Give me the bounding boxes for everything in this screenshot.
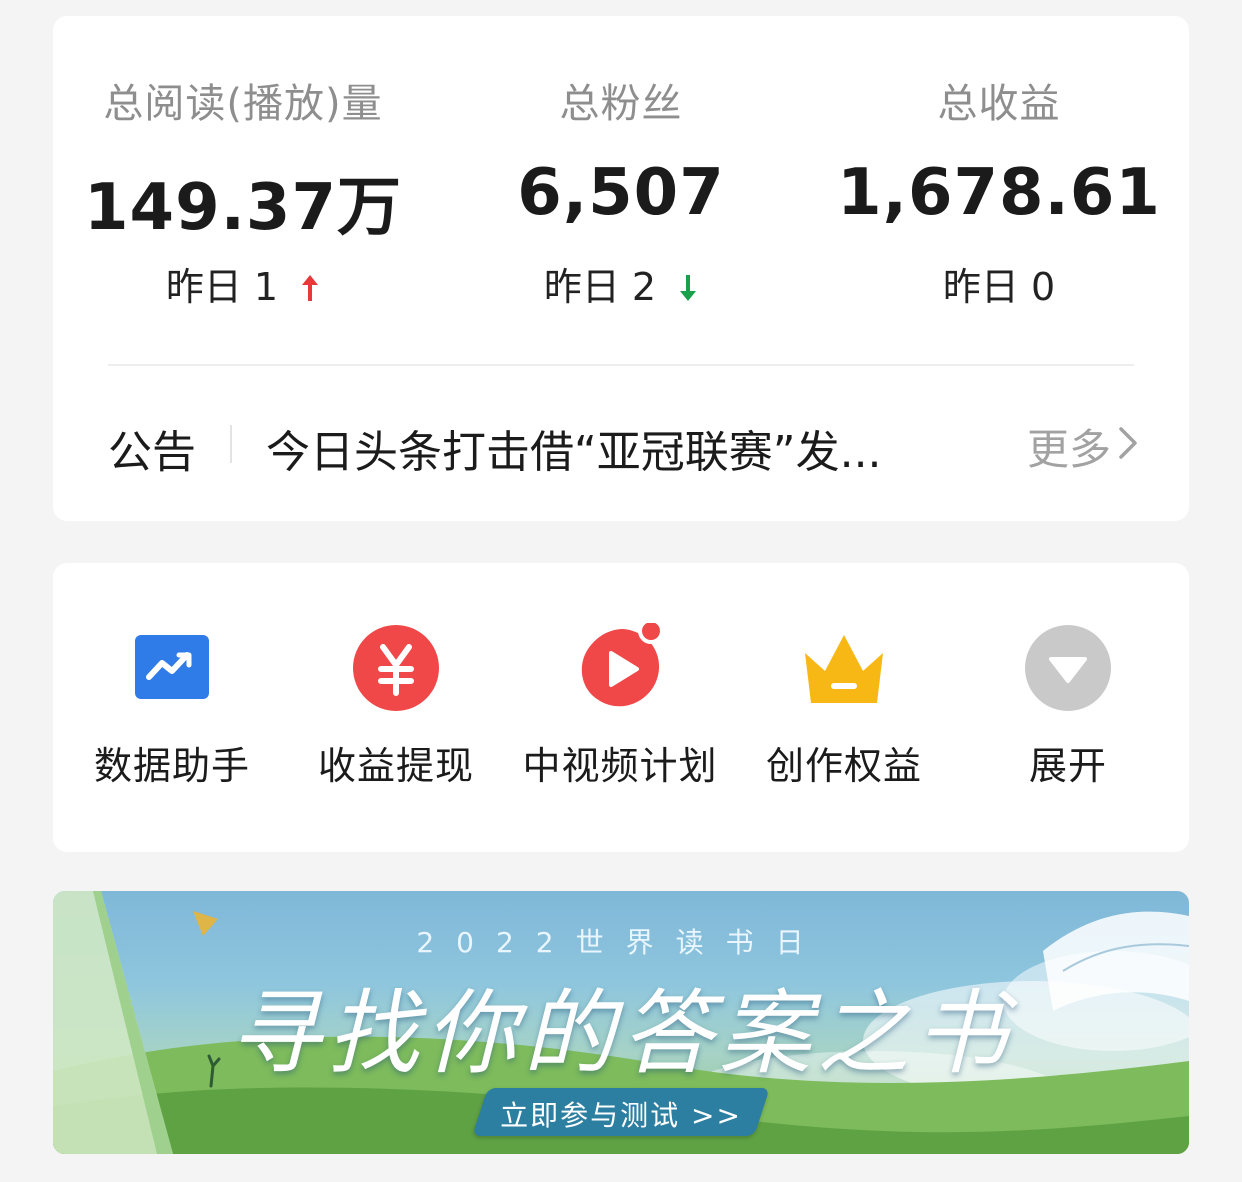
chevron-right-icon	[1117, 422, 1139, 471]
stat-yesterday: 昨日 2	[431, 256, 811, 312]
more-link[interactable]: 更多	[1027, 416, 1139, 477]
tool-expand[interactable]: 展开	[956, 623, 1180, 793]
yesterday-text: 昨日 1	[165, 265, 279, 309]
tool-income-withdraw[interactable]: 收益提现	[284, 623, 508, 793]
tool-mid-video-plan[interactable]: 中视频计划	[508, 618, 732, 793]
yesterday-text: 昨日 2	[543, 265, 657, 309]
tool-label: 中视频计划	[522, 744, 718, 788]
banner-cta-label: 立即参与测试 >>	[500, 1099, 742, 1132]
divider	[108, 364, 1134, 366]
expand-down-icon	[1023, 623, 1113, 713]
banner-year-text: 2022世界读书日	[416, 926, 826, 959]
stat-value: 1,678.61	[837, 156, 1161, 230]
overview-card: 总阅读(播放)量 149.37万 昨日 1 总粉丝 6,507 昨日 2 总收益…	[53, 16, 1189, 521]
notice-separator	[230, 425, 232, 463]
data-chart-icon	[127, 623, 217, 713]
tool-label: 创作权益	[765, 744, 922, 788]
stat-label: 总阅读(播放)量	[103, 81, 383, 127]
tool-label: 收益提现	[317, 744, 474, 788]
stat-yesterday: 昨日 0	[809, 256, 1189, 311]
tool-creator-rights[interactable]: 创作权益	[732, 623, 956, 793]
tools-card: 数据助手 收益提现 中视频计划 创作权益 展开	[53, 563, 1189, 852]
notice-label: 公告	[108, 427, 196, 478]
arrow-up-icon	[300, 268, 320, 312]
stat-value: 6,507	[517, 156, 725, 230]
stat-label: 总粉丝	[559, 81, 683, 127]
notice-text[interactable]: 今日头条打击借“亚冠联赛”发...	[266, 416, 882, 480]
tool-label: 数据助手	[93, 744, 250, 788]
more-label: 更多	[1026, 425, 1111, 474]
arrow-down-icon	[678, 268, 698, 312]
tool-data-assistant[interactable]: 数据助手	[60, 623, 284, 793]
promo-banner[interactable]: 2022世界读书日 寻找你的答案之书 立即参与测试 >>	[53, 891, 1189, 1154]
yesterday-text: 昨日 0	[942, 265, 1056, 309]
crown-icon	[799, 623, 889, 713]
banner-title: 寻找你的答案之书	[228, 980, 1013, 1087]
stat-yesterday: 昨日 1	[53, 256, 433, 312]
video-play-icon	[575, 618, 665, 713]
yuan-icon	[351, 623, 441, 713]
stat-value: 149.37万	[84, 171, 402, 245]
tool-label: 展开	[1028, 744, 1107, 788]
stat-label: 总收益	[937, 81, 1061, 127]
